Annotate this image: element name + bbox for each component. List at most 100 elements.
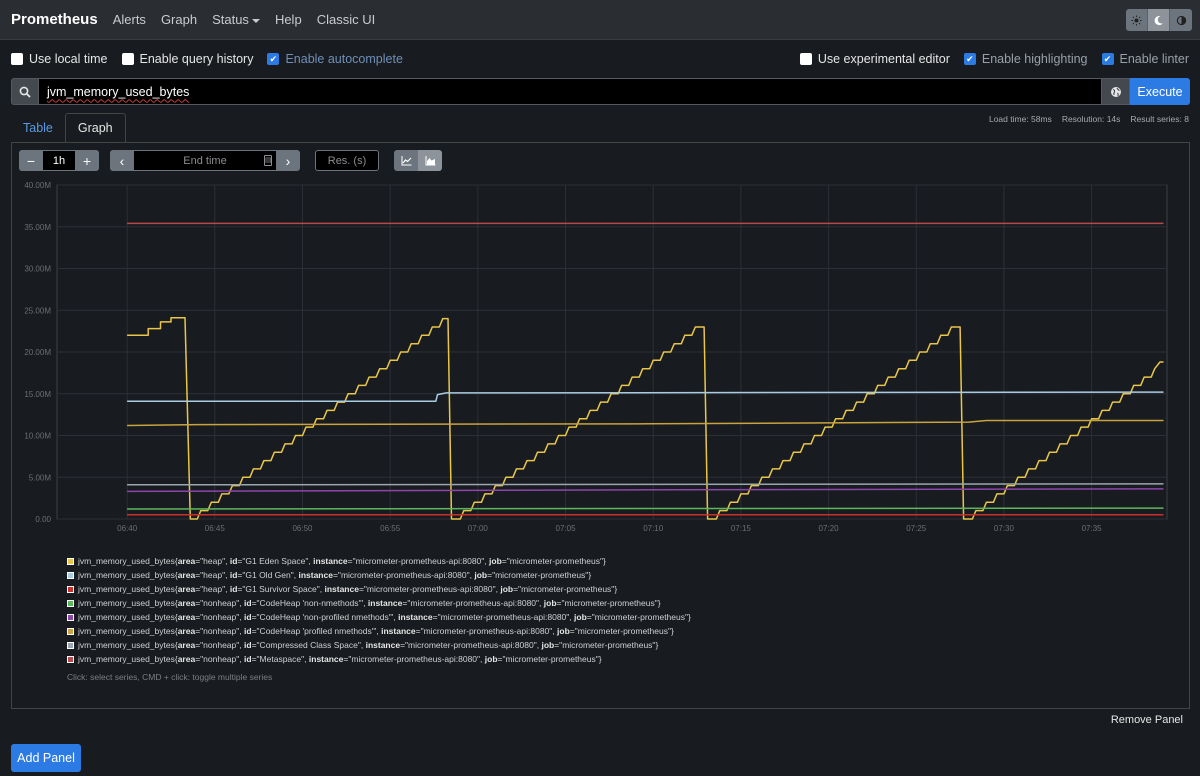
nav-status-label: Status — [212, 12, 249, 27]
expression-input[interactable]: jvm_memory_used_bytes — [39, 78, 1102, 105]
nav-graph[interactable]: Graph — [161, 12, 197, 27]
end-time-input[interactable]: End time ▤ — [134, 150, 276, 171]
search-icon — [11, 78, 39, 105]
legend-swatch — [67, 613, 74, 621]
range-input[interactable]: 1h — [43, 150, 75, 171]
nav-classic-ui[interactable]: Classic UI — [317, 12, 376, 27]
legend-label: jvm_memory_used_bytes{area="heap", id="G… — [78, 570, 592, 580]
resolution: Resolution: 14s — [1061, 114, 1121, 124]
legend-label: jvm_memory_used_bytes{area="nonheap", id… — [78, 654, 602, 664]
legend-swatch — [67, 557, 74, 565]
y-tick-label: 30.00M — [24, 265, 51, 274]
resolution-input[interactable]: Res. (s) — [315, 150, 379, 171]
x-tick-label: 07:30 — [994, 524, 1015, 533]
x-tick-label: 07:05 — [556, 524, 577, 533]
enable-linter-checkbox[interactable]: ✔ — [1101, 53, 1114, 65]
brand-logo[interactable]: Prometheus — [11, 11, 98, 28]
y-tick-label: 20.00M — [24, 348, 51, 357]
use-experimental-editor-checkbox[interactable] — [799, 53, 812, 65]
add-panel-button[interactable]: Add Panel — [11, 744, 81, 772]
stacked-chart-icon[interactable] — [418, 150, 442, 171]
tab-graph[interactable]: Graph — [64, 113, 126, 143]
sun-icon[interactable] — [1126, 9, 1148, 31]
query-stats: Load time: 58ms Resolution: 14s Result s… — [989, 114, 1189, 124]
legend-item[interactable]: jvm_memory_used_bytes{area="nonheap", id… — [67, 624, 691, 638]
load-time: Load time: 58ms — [988, 114, 1052, 124]
legend-label: jvm_memory_used_bytes{area="heap", id="G… — [78, 584, 618, 594]
nav-status-dropdown[interactable]: Status — [212, 12, 260, 27]
options-bar: Use local time Enable query history ✔ Ena… — [11, 52, 1189, 66]
theme-toggle-group — [1126, 9, 1192, 31]
moon-icon[interactable] — [1148, 9, 1170, 31]
gap — [379, 150, 394, 171]
y-tick-label: 25.00M — [24, 306, 51, 315]
tab-bar: Table Graph — [11, 113, 126, 143]
graph-chart[interactable]: 0.00 5.00M 10.00M 15.00M 20.00M 25.00M 30.00M 3… — [12, 178, 1184, 540]
use-experimental-editor-option[interactable]: Use experimental editor — [799, 52, 950, 66]
previous-time-button[interactable]: ‹ — [110, 150, 134, 171]
legend-item[interactable]: jvm_memory_used_bytes{area="heap", id="G… — [67, 554, 691, 568]
nav-help[interactable]: Help — [275, 12, 302, 27]
enable-autocomplete-checkbox[interactable]: ✔ — [267, 53, 280, 65]
legend-hint: Click: select series, CMD + click: toggl… — [67, 672, 273, 682]
legend-swatch — [67, 627, 74, 635]
calendar-icon[interactable]: ▤ — [264, 155, 272, 166]
enable-highlighting-checkbox[interactable]: ✔ — [963, 53, 976, 65]
nav-alerts[interactable]: Alerts — [113, 12, 146, 27]
legend-label: jvm_memory_used_bytes{area="nonheap", id… — [78, 598, 661, 608]
legend-item[interactable]: jvm_memory_used_bytes{area="heap", id="G… — [67, 568, 691, 582]
series-line-codeheap-non-nmethods — [127, 507, 1164, 510]
y-tick-label: 5.00M — [29, 473, 52, 482]
series-line-codeheap-profiled-nmethods — [127, 419, 1164, 427]
line-chart-icon[interactable] — [394, 150, 418, 171]
enable-query-history-label: Enable query history — [139, 52, 254, 66]
legend-label: jvm_memory_used_bytes{area="nonheap", id… — [78, 640, 659, 650]
x-tick-label: 07:25 — [906, 524, 927, 533]
enable-linter-option[interactable]: ✔ Enable linter — [1101, 52, 1190, 66]
x-tick-label: 07:20 — [819, 524, 840, 533]
graph-legend: jvm_memory_used_bytes{area="heap", id="G… — [67, 554, 691, 684]
metrics-explorer-globe-icon[interactable] — [1102, 78, 1130, 105]
increase-range-button[interactable]: + — [75, 150, 99, 171]
legend-item[interactable]: jvm_memory_used_bytes{area="nonheap", id… — [67, 652, 691, 666]
series-line-codeheap-non-profiled-nmethods — [127, 488, 1164, 493]
use-experimental-editor-label: Use experimental editor — [817, 52, 950, 66]
use-local-time-label: Use local time — [29, 52, 108, 66]
x-tick-label: 06:40 — [117, 524, 138, 533]
graph-controls: − 1h + ‹ End time ▤ › Res. (s) — [19, 150, 442, 171]
enable-highlighting-label: Enable highlighting — [981, 52, 1088, 66]
y-tick-label: 0.00 — [35, 515, 51, 524]
enable-highlighting-option[interactable]: ✔ Enable highlighting — [963, 52, 1088, 66]
next-time-button[interactable]: › — [276, 150, 300, 171]
enable-linter-label: Enable linter — [1119, 52, 1190, 66]
query-bar: jvm_memory_used_bytes Execute — [11, 78, 1190, 105]
x-tick-label: 07:35 — [1082, 524, 1103, 533]
remove-panel-button[interactable]: Remove Panel — [1111, 714, 1183, 726]
legend-item[interactable]: jvm_memory_used_bytes{area="nonheap", id… — [67, 638, 691, 652]
legend-swatch — [67, 641, 74, 649]
decrease-range-button[interactable]: − — [19, 150, 43, 171]
use-local-time-option[interactable]: Use local time — [11, 52, 108, 66]
legend-item[interactable]: jvm_memory_used_bytes{area="heap", id="G… — [67, 582, 691, 596]
legend-label: jvm_memory_used_bytes{area="nonheap", id… — [78, 626, 674, 636]
chart-svg[interactable]: 0.00 5.00M 10.00M 15.00M 20.00M 25.00M 30.00M 3… — [12, 178, 1184, 540]
y-tick-label: 15.00M — [24, 390, 51, 399]
half-circle-icon[interactable] — [1170, 9, 1192, 31]
legend-items: jvm_memory_used_bytes{area="heap", id="G… — [67, 554, 691, 666]
x-tick-label: 06:55 — [380, 524, 401, 533]
series-line-compressed-class-space — [127, 483, 1164, 486]
use-local-time-checkbox[interactable] — [11, 53, 23, 65]
execute-button[interactable]: Execute — [1130, 78, 1190, 105]
tab-table[interactable]: Table — [11, 113, 65, 143]
legend-label: jvm_memory_used_bytes{area="nonheap", id… — [78, 612, 691, 622]
navbar: Prometheus Alerts Graph Status Help Clas… — [0, 0, 1200, 40]
legend-item[interactable]: jvm_memory_used_bytes{area="nonheap", id… — [67, 596, 691, 610]
legend-item[interactable]: jvm_memory_used_bytes{area="nonheap", id… — [67, 610, 691, 624]
legend-swatch — [67, 571, 74, 579]
x-tick-label: 06:50 — [292, 524, 313, 533]
x-tick-label: 06:45 — [205, 524, 226, 533]
enable-autocomplete-option[interactable]: ✔ Enable autocomplete — [267, 52, 403, 66]
y-tick-label: 35.00M — [24, 223, 51, 232]
enable-query-history-checkbox[interactable] — [121, 53, 134, 65]
enable-query-history-option[interactable]: Enable query history — [121, 52, 254, 66]
